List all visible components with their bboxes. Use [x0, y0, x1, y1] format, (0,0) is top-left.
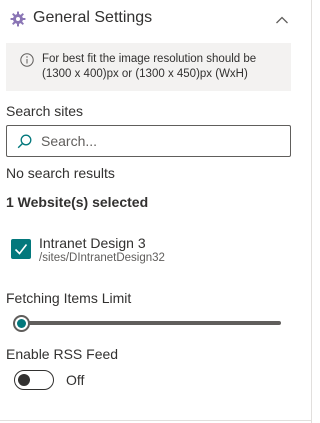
- search-sites-label: Search sites: [6, 103, 84, 119]
- panel-scrollbar[interactable]: [311, 0, 312, 423]
- info-message-text: For best fit the image resolution should…: [42, 53, 257, 80]
- rss-feed-label: Enable RSS Feed: [6, 346, 119, 362]
- search-icon: [17, 134, 32, 149]
- rss-feed-toggle[interactable]: [14, 370, 54, 390]
- settings-panel: General Settings For best fit the image …: [0, 0, 316, 423]
- chevron-up-icon[interactable]: [275, 12, 289, 24]
- toggle-knob: [18, 374, 30, 386]
- section-divider: [0, 420, 311, 421]
- general-settings-header[interactable]: General Settings: [0, 0, 311, 38]
- info-icon: [20, 53, 34, 67]
- site-name: Intranet Design 3: [39, 235, 146, 251]
- fetch-limit-label: Fetching Items Limit: [6, 290, 132, 306]
- slider-thumb[interactable]: [13, 315, 30, 332]
- toggle-state-label: Off: [66, 372, 85, 388]
- info-message-bar: For best fit the image resolution should…: [6, 43, 291, 91]
- slider-track[interactable]: [16, 321, 281, 325]
- selection-summary: 1 Website(s) selected: [6, 194, 149, 210]
- checkmark-icon: [14, 244, 28, 255]
- search-box[interactable]: [6, 125, 291, 157]
- gear-icon: [10, 11, 26, 27]
- site-checkbox[interactable]: [11, 239, 31, 259]
- site-path: /sites/DIntranetDesign32: [39, 252, 165, 264]
- search-results-status: No search results: [6, 165, 115, 181]
- search-input[interactable]: [41, 130, 281, 152]
- section-title: General Settings: [33, 9, 153, 26]
